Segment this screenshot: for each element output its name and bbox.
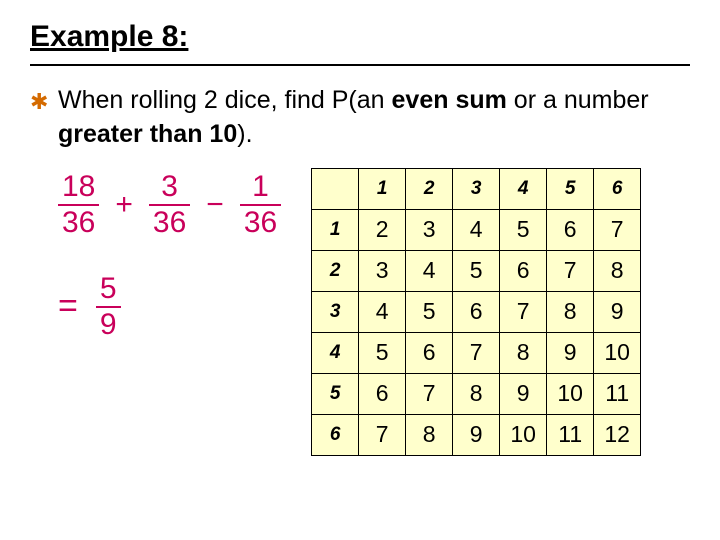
table-cell: 2 xyxy=(359,209,406,250)
title-rule xyxy=(30,64,690,66)
table-cell: 9 xyxy=(500,373,547,414)
math-work: 18 36 + 3 36 − 1 36 = 5 9 xyxy=(58,172,281,340)
prompt-bold-gt10: greater than 10 xyxy=(58,120,237,148)
col-header: 3 xyxy=(453,168,500,209)
col-header: 5 xyxy=(547,168,594,209)
prompt-bold-even: even sum xyxy=(392,86,507,114)
table-cell: 7 xyxy=(406,373,453,414)
table-cell: 11 xyxy=(547,414,594,455)
table-cell: 6 xyxy=(547,209,594,250)
table-cell: 5 xyxy=(453,250,500,291)
col-header: 1 xyxy=(359,168,406,209)
fraction-2: 3 36 xyxy=(149,172,190,238)
fraction-1-num: 18 xyxy=(58,172,99,204)
table-cell: 10 xyxy=(547,373,594,414)
prompt-suffix: ). xyxy=(237,120,252,148)
fraction-3: 1 36 xyxy=(240,172,281,238)
minus-op: − xyxy=(206,188,224,222)
table-cell: 12 xyxy=(594,414,641,455)
table-cell: 8 xyxy=(547,291,594,332)
fraction-result: 5 9 xyxy=(96,274,121,340)
prompt-mid: or a number xyxy=(507,86,649,114)
table-cell: 4 xyxy=(453,209,500,250)
table-cell: 9 xyxy=(547,332,594,373)
table-cell: 6 xyxy=(406,332,453,373)
table-cell: 6 xyxy=(453,291,500,332)
col-header: 2 xyxy=(406,168,453,209)
table-corner xyxy=(312,168,359,209)
table-cell: 10 xyxy=(594,332,641,373)
prompt-prefix: When rolling 2 dice, find P(an xyxy=(58,86,392,114)
fraction-2-num: 3 xyxy=(157,172,182,204)
dice-sum-table: 1 2 3 4 5 6 1 2 3 4 5 6 7 2 3 4 5 6 7 8 … xyxy=(311,168,641,456)
plus-op: + xyxy=(115,188,133,222)
expression-line-1: 18 36 + 3 36 − 1 36 xyxy=(58,172,281,238)
table-cell: 7 xyxy=(547,250,594,291)
row-header: 6 xyxy=(312,414,359,455)
table-cell: 4 xyxy=(359,291,406,332)
fraction-2-den: 36 xyxy=(149,204,190,238)
row-header: 3 xyxy=(312,291,359,332)
table-cell: 8 xyxy=(406,414,453,455)
bullet-icon: ✱ xyxy=(30,91,48,113)
problem-statement: ✱ When rolling 2 dice, find P(an even su… xyxy=(30,84,690,152)
fraction-3-den: 36 xyxy=(240,204,281,238)
fraction-1-den: 36 xyxy=(58,204,99,238)
table-cell: 3 xyxy=(359,250,406,291)
table-cell: 7 xyxy=(359,414,406,455)
example-title: Example 8: xyxy=(30,20,690,54)
fraction-result-num: 5 xyxy=(96,274,121,306)
equals-sign: = xyxy=(58,287,78,326)
fraction-1: 18 36 xyxy=(58,172,99,238)
fraction-result-den: 9 xyxy=(96,306,121,340)
row-header: 4 xyxy=(312,332,359,373)
col-header: 6 xyxy=(594,168,641,209)
table-cell: 6 xyxy=(359,373,406,414)
table-cell: 9 xyxy=(453,414,500,455)
table-cell: 6 xyxy=(500,250,547,291)
table-cell: 8 xyxy=(594,250,641,291)
table-cell: 4 xyxy=(406,250,453,291)
table-cell: 5 xyxy=(406,291,453,332)
table-cell: 7 xyxy=(453,332,500,373)
row-header: 1 xyxy=(312,209,359,250)
table-cell: 7 xyxy=(594,209,641,250)
table-cell: 8 xyxy=(500,332,547,373)
col-header: 4 xyxy=(500,168,547,209)
table-cell: 11 xyxy=(594,373,641,414)
row-header: 5 xyxy=(312,373,359,414)
table-cell: 9 xyxy=(594,291,641,332)
table-cell: 5 xyxy=(359,332,406,373)
table-cell: 7 xyxy=(500,291,547,332)
table-cell: 10 xyxy=(500,414,547,455)
table-cell: 5 xyxy=(500,209,547,250)
table-cell: 8 xyxy=(453,373,500,414)
expression-line-2: = 5 9 xyxy=(58,274,281,340)
row-header: 2 xyxy=(312,250,359,291)
fraction-3-num: 1 xyxy=(248,172,273,204)
table-cell: 3 xyxy=(406,209,453,250)
